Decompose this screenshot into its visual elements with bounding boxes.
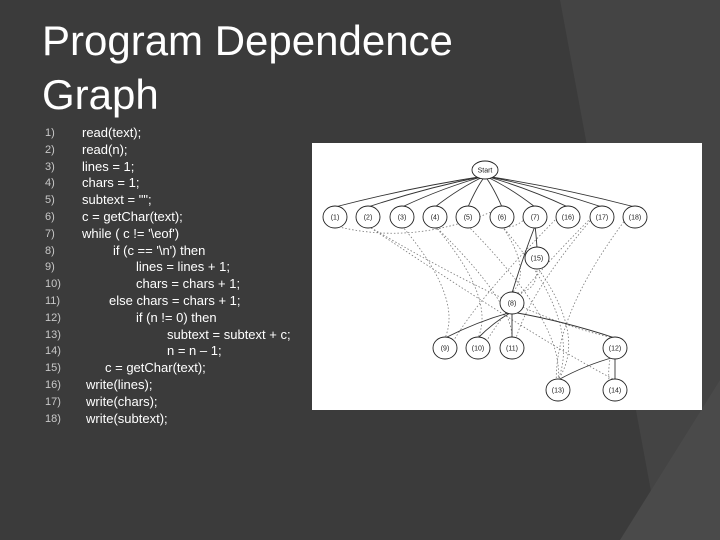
code-text: if (n != 0) then bbox=[136, 309, 217, 325]
control-dependence-edge bbox=[557, 356, 616, 381]
data-dependence-edge bbox=[401, 225, 450, 339]
control-dependence-edge bbox=[401, 175, 486, 208]
graph-node-label: (14) bbox=[609, 388, 621, 395]
code-text: chars = chars + 1; bbox=[136, 276, 241, 292]
dependence-graph: Start (1) (2) (3) (4) (5) (6) (7) (16) (17) (18) (1… bbox=[322, 160, 648, 402]
data-dependence-edge bbox=[367, 225, 616, 381]
code-line: 6) c = getChar(text); bbox=[0, 209, 320, 226]
code-line: 16) write(lines); bbox=[0, 377, 320, 394]
code-text: while ( c != '\eof') bbox=[82, 225, 180, 241]
graph-node-label: (5) bbox=[464, 215, 473, 222]
code-text: write(subtext); bbox=[86, 410, 168, 426]
code-line: 9) lines = lines + 1; bbox=[0, 259, 320, 276]
control-dependence-edge bbox=[511, 311, 616, 339]
line-number: 4) bbox=[45, 177, 55, 190]
line-number: 9) bbox=[45, 261, 55, 274]
data-dependence-edge bbox=[367, 225, 616, 339]
code-text: write(chars); bbox=[86, 393, 158, 409]
code-text: else chars = chars + 1; bbox=[109, 293, 241, 308]
control-dependence-edge bbox=[484, 175, 569, 208]
code-text: c = getChar(text); bbox=[82, 209, 183, 224]
line-number: 6) bbox=[45, 211, 55, 223]
code-text: lines = lines + 1; bbox=[136, 259, 230, 275]
code-text: n = n – 1; bbox=[167, 343, 222, 359]
line-number: 17) bbox=[45, 395, 61, 408]
data-dependence-edge bbox=[434, 225, 483, 339]
control-dependence-edge bbox=[434, 175, 486, 208]
control-dependence-edge bbox=[534, 225, 538, 249]
graph-node-label: (6) bbox=[498, 215, 507, 222]
line-number: 15) bbox=[45, 362, 61, 375]
graph-node-label: (3) bbox=[398, 215, 407, 222]
control-dependence-edge bbox=[367, 175, 486, 208]
line-number: 11) bbox=[45, 295, 61, 307]
data-dependence-edge bbox=[444, 206, 569, 358]
code-text: if (c == '\n') then bbox=[113, 242, 206, 258]
code-line: 8) if (c == '\n') then bbox=[0, 243, 320, 260]
code-text: subtext = subtext + c; bbox=[167, 326, 291, 342]
data-dependence-edge bbox=[501, 225, 521, 294]
graph-node-label: Start bbox=[478, 168, 493, 175]
code-line: 17) write(chars); bbox=[0, 394, 320, 411]
line-number: 3) bbox=[45, 160, 55, 173]
graph-node-label: (9) bbox=[441, 346, 450, 353]
code-text: read(text); bbox=[82, 125, 142, 140]
dependence-graph-image: Start (1) (2) (3) (4) (5) (6) (7) (16) (17) (18) (1… bbox=[312, 143, 702, 410]
control-dependence-edge bbox=[444, 311, 513, 339]
line-number: 7) bbox=[45, 227, 55, 240]
code-line: 10) chars = chars + 1; bbox=[0, 276, 320, 293]
control-dependence-edge bbox=[484, 175, 603, 208]
code-text: subtext = ""; bbox=[82, 192, 152, 208]
graph-node-label: (10) bbox=[472, 346, 484, 353]
graph-node-label: (2) bbox=[364, 215, 373, 222]
control-dependence-edge bbox=[484, 175, 536, 208]
data-dependence-edge bbox=[555, 206, 636, 400]
code-line: 18) write(subtext); bbox=[0, 411, 320, 428]
graph-node-label: (7) bbox=[531, 215, 540, 222]
code-text: lines = 1; bbox=[82, 158, 135, 174]
code-line: 5) subtext = ""; bbox=[0, 192, 320, 209]
line-number: 14) bbox=[45, 345, 61, 358]
line-number: 13) bbox=[45, 328, 61, 341]
graph-node-label: (16) bbox=[562, 215, 574, 222]
code-text: write(lines); bbox=[86, 377, 153, 392]
graph-node-label: (4) bbox=[431, 215, 440, 222]
line-number: 10) bbox=[45, 278, 61, 291]
slide-title: Program Dependence Graph bbox=[42, 17, 453, 118]
graph-node-label: (11) bbox=[506, 346, 518, 353]
data-dependence-edge bbox=[434, 225, 513, 339]
code-line: 7) while ( c != '\eof') bbox=[0, 226, 320, 243]
line-number: 5) bbox=[45, 194, 55, 207]
code-text: c = getChar(text); bbox=[105, 360, 206, 376]
graph-node-label: (1) bbox=[331, 215, 340, 222]
data-dependence-edge bbox=[511, 206, 603, 358]
line-number: 1) bbox=[45, 127, 55, 139]
code-text: read(n); bbox=[82, 141, 128, 157]
code-line: 4) chars = 1; bbox=[0, 175, 320, 192]
line-number: 12) bbox=[45, 311, 61, 324]
graph-node-label: (15) bbox=[531, 256, 543, 263]
graph-node-label: (18) bbox=[629, 215, 641, 222]
code-line: 3) lines = 1; bbox=[0, 159, 320, 176]
code-text: chars = 1; bbox=[82, 175, 140, 191]
line-number: 18) bbox=[45, 412, 61, 425]
code-line: 12) if (n != 0) then bbox=[0, 310, 320, 327]
line-number: 16) bbox=[45, 379, 61, 391]
code-line: 15) c = getChar(text); bbox=[0, 360, 320, 377]
graph-node-label: (12) bbox=[609, 346, 621, 353]
line-number: 2) bbox=[45, 143, 55, 156]
code-line: 13) subtext = subtext + c; bbox=[0, 327, 320, 344]
code-line: 11) else chars = chars + 1; bbox=[0, 293, 320, 310]
graph-node-label: (8) bbox=[508, 301, 517, 308]
code-line: 14) n = n – 1; bbox=[0, 343, 320, 360]
line-number: 8) bbox=[45, 244, 55, 257]
graph-node-label: (13) bbox=[552, 388, 564, 395]
code-line: 2) read(n); bbox=[0, 142, 320, 159]
code-line: 1) read(text); bbox=[0, 125, 320, 142]
graph-node-label: (17) bbox=[596, 215, 608, 222]
